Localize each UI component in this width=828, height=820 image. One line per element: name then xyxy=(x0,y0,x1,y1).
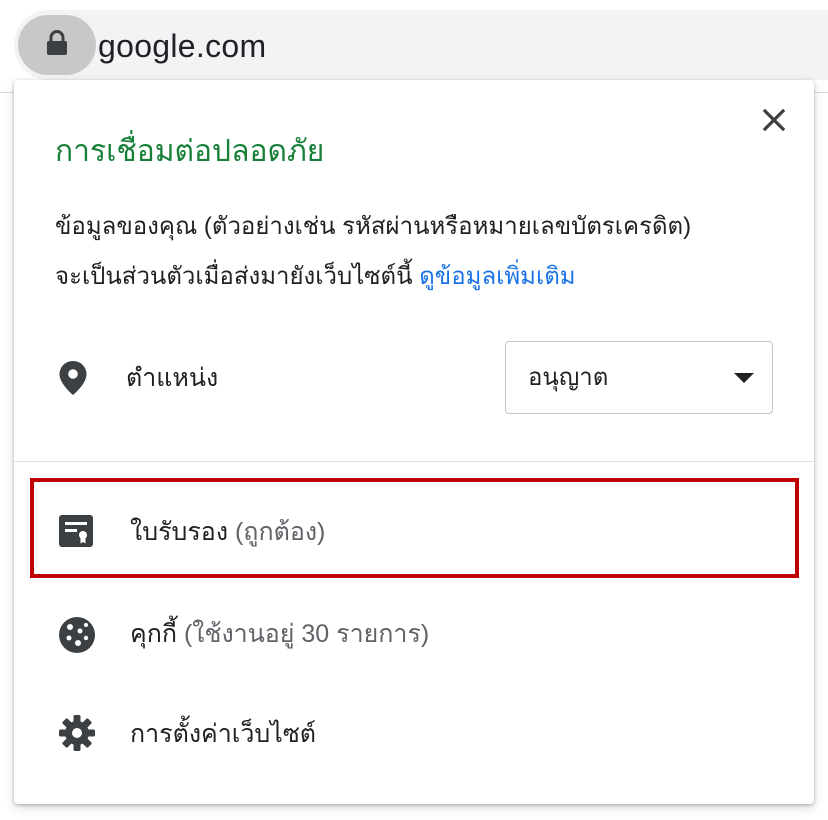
location-permission-value: อนุญาต xyxy=(528,364,609,391)
url-text[interactable]: google.com xyxy=(98,24,266,68)
connection-description: ข้อมูลของคุณ (ตัวอย่างเช่น รหัสผ่านหรือห… xyxy=(55,202,775,302)
location-permission-select[interactable]: อนุญาต xyxy=(505,341,773,414)
description-line-1: ข้อมูลของคุณ (ตัวอย่างเช่น รหัสผ่านหรือห… xyxy=(55,213,692,240)
close-icon xyxy=(762,108,786,137)
location-label: ตำแหน่ง xyxy=(126,364,219,392)
certificate-status: (ถูกต้อง) xyxy=(234,518,326,546)
description-line-2: จะเป็นส่วนตัวเมื่อส่งมายังเว็บไซต์นี้ ดู… xyxy=(55,252,775,302)
location-pin-icon xyxy=(58,360,88,401)
site-info-button[interactable] xyxy=(18,15,96,75)
certificate-row[interactable]: ใบรับรอง (ถูกต้อง) xyxy=(14,482,814,578)
gear-icon xyxy=(58,714,96,757)
cookies-row[interactable]: คุกกี้ (ใช้งานอยู่ 30 รายการ) xyxy=(14,586,814,682)
certificate-title: ใบรับรอง xyxy=(130,518,229,546)
description-line-2-text: จะเป็นส่วนตัวเมื่อส่งมายังเว็บไซต์นี้ xyxy=(55,263,413,290)
chevron-down-icon xyxy=(734,373,754,383)
divider xyxy=(14,461,814,462)
site-settings-label: การตั้งค่าเว็บไซต์ xyxy=(130,720,317,748)
cookie-icon xyxy=(58,616,96,659)
lock-icon xyxy=(46,29,68,61)
certificate-label: ใบรับรอง (ถูกต้อง) xyxy=(130,512,325,552)
certificate-icon xyxy=(58,514,94,553)
connection-secure-title: การเชื่อมต่อปลอดภัย xyxy=(55,135,325,168)
cookies-count: (ใช้งานอยู่ 30 รายการ) xyxy=(183,620,430,648)
close-button[interactable] xyxy=(758,106,790,138)
page-info-popup: การเชื่อมต่อปลอดภัย ข้อมูลของคุณ (ตัวอย่… xyxy=(14,80,814,804)
cookies-label: คุกกี้ (ใช้งานอยู่ 30 รายการ) xyxy=(130,614,429,654)
site-settings-row[interactable]: การตั้งค่าเว็บไซต์ xyxy=(14,686,814,782)
location-permission-row: ตำแหน่ง อนุญาต xyxy=(14,340,814,416)
cookies-title: คุกกี้ xyxy=(130,620,177,648)
learn-more-link[interactable]: ดูข้อมูลเพิ่มเติม xyxy=(419,263,575,290)
